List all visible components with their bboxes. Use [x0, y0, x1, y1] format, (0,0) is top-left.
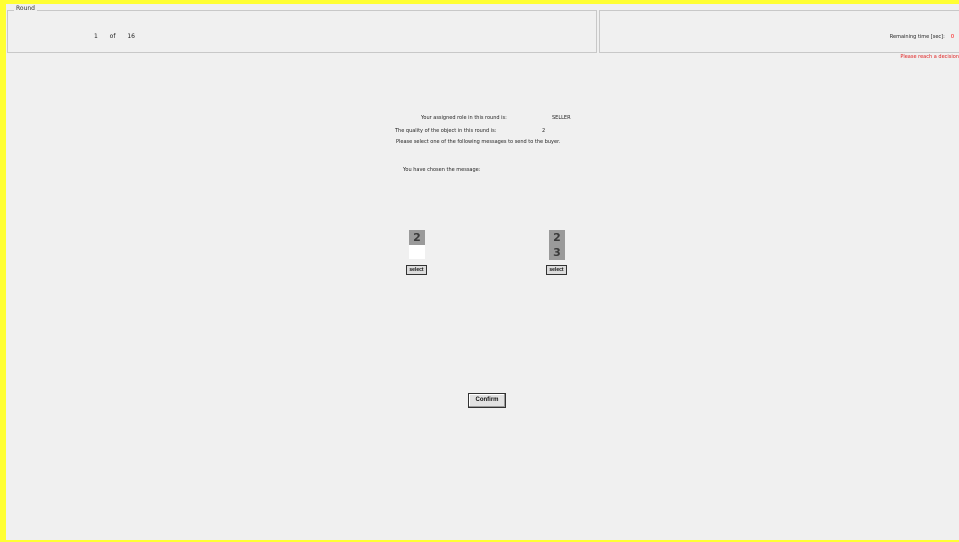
role-value: SELLER — [552, 115, 571, 121]
round-total: 16 — [127, 33, 135, 40]
message-b-value-top: 2 — [549, 230, 565, 245]
remaining-time: Remaining time [sec]: 0 — [890, 34, 954, 40]
decision-warning: Please reach a decision — [900, 54, 959, 60]
time-value: 0 — [950, 34, 954, 40]
message-option-b: 2 3 — [549, 230, 565, 260]
confirm-button[interactable]: Confirm — [468, 393, 506, 408]
chosen-message-label: You have chosen the message: — [403, 167, 481, 173]
round-current: 1 — [94, 33, 98, 40]
time-panel: Remaining time [sec]: 0 — [599, 10, 959, 53]
message-a-empty-slot — [409, 245, 425, 259]
round-legend: Round — [14, 5, 37, 12]
time-label: Remaining time [sec]: — [889, 34, 945, 40]
message-b-value-bottom: 3 — [549, 245, 565, 260]
select-message-a-button[interactable]: select — [406, 265, 427, 275]
round-of: of — [109, 33, 116, 40]
role-label: Your assigned role in this round is: — [421, 115, 507, 121]
select-message-b-button[interactable]: select — [546, 265, 567, 275]
instruction-text: Please select one of the following messa… — [396, 139, 561, 145]
message-option-a: 2 — [409, 230, 425, 259]
quality-value: 2 — [542, 128, 546, 134]
message-a-value: 2 — [409, 230, 425, 245]
round-counter: 1 of 16 — [94, 33, 135, 40]
screen: Round 1 of 16 Remaining time [sec]: 0 Ple… — [6, 4, 959, 540]
round-panel: Round 1 of 16 — [7, 5, 597, 53]
quality-label: The quality of the object in this round … — [395, 128, 497, 134]
